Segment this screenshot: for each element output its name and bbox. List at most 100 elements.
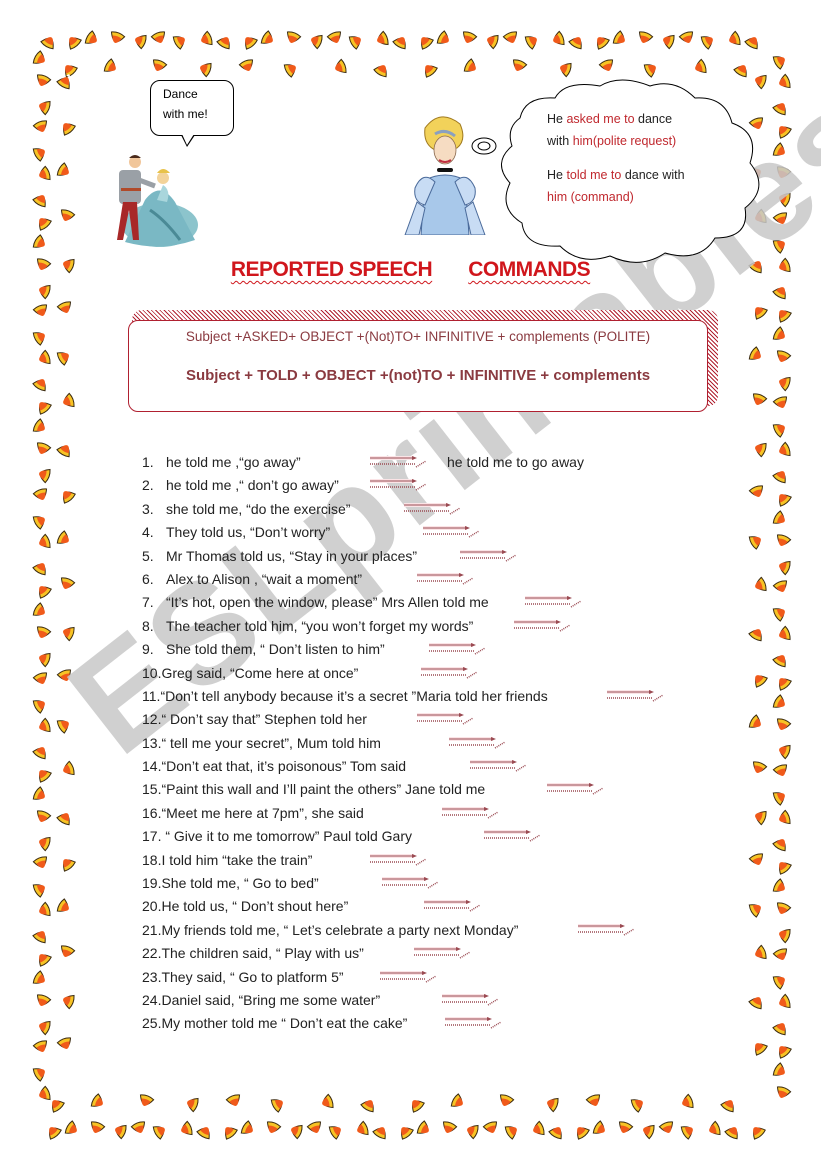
- exercise-number: 7.: [142, 594, 154, 611]
- arrow-icon: [445, 1017, 502, 1030]
- speech-bubble: Dance with me!: [150, 80, 234, 147]
- title-part-1: REPORTED SPEECH: [230, 258, 433, 281]
- arrow-icon: [578, 923, 635, 936]
- exercise-sentence: Mr Thomas told us, “Stay in your places”: [166, 547, 418, 564]
- exercise-sentence: Daniel said, “Bring me some water”: [161, 991, 381, 1008]
- arrow-icon: [525, 596, 582, 608]
- exercise-sentence: “It’s hot, open the window, please” Mrs …: [166, 594, 489, 611]
- grammar-rule-box: Subject +ASKED+ OBJECT +(Not)TO+ INFINIT…: [128, 320, 708, 412]
- exercise-item: 6. Alex to Alison , “wait a moment”: [142, 569, 548, 592]
- arrow-icon: [442, 993, 499, 1006]
- thought-cloud-text: He asked me to dance with him(polite req…: [547, 108, 685, 220]
- exercise-sentence: The children said, “ Play with us”: [161, 945, 364, 962]
- exercise-item: 8. The teacher told him, “you won’t forge…: [142, 616, 571, 639]
- exercise-number: 11.: [142, 687, 161, 704]
- exercise-item: 1. he told me ,“go away” he told me to go …: [142, 452, 584, 475]
- arrow-icon: [460, 549, 517, 562]
- exercise-item: 14.“Don’t eat that, it’s poisonous” Tom …: [142, 756, 548, 779]
- arrow-icon: [370, 479, 427, 492]
- exercise-sentence: The teacher told him, “you won’t forget …: [166, 617, 474, 634]
- exercise-item: 18.I told him “take the train”: [142, 850, 548, 873]
- exercise-item: 22.The children said, “ Play with us”: [142, 943, 548, 966]
- exercise-item: 9. She told them, “ Don’t listen to him”: [142, 639, 548, 662]
- exercise-sentence: “Don’t eat that, it’s poisonous” Tom sai…: [161, 758, 407, 775]
- exercise-number: 24.: [142, 991, 162, 1008]
- exercise-sentence: he told me ,“go away”: [166, 454, 301, 470]
- arrow-icon: [607, 689, 664, 702]
- arrow-icon: [424, 900, 481, 913]
- exercise-item: 16.“Meet me here at 7pm”, she said: [142, 803, 548, 826]
- exercise-item: 10.Greg said, “Come here at once”: [142, 663, 548, 686]
- speech-line-2: with me!: [163, 107, 208, 121]
- exercise-number: 16.: [142, 804, 162, 821]
- title-part-2: COMMANDS: [468, 258, 591, 281]
- exercise-sentence: “Don’t tell anybody because it’s a secre…: [160, 687, 548, 704]
- exercise-item: 11.“Don’t tell anybody because it’s a se…: [142, 686, 664, 709]
- exercise-sentence: he told me ,“ don’t go away”: [166, 477, 339, 494]
- exercise-sentence: “Paint this wall and I’ll paint the othe…: [161, 781, 486, 798]
- exercise-number: 22.: [142, 945, 162, 962]
- exercise-number: 17.: [142, 828, 162, 845]
- exercise-number: 18.: [142, 851, 162, 868]
- arrow-icon: [449, 736, 506, 749]
- exercise-sentence: They told us, “Don’t worry”: [166, 524, 331, 541]
- exercise-sentence: “ Give it to me tomorrow” Paul told Gary: [161, 828, 412, 845]
- arrow-icon: [382, 877, 439, 889]
- rule-command: Subject + TOLD + OBJECT +(not)TO + INFIN…: [185, 367, 651, 384]
- exercise-number: 1.: [142, 454, 154, 470]
- exercise-number: 12.: [142, 711, 162, 728]
- exercise-number: 14.: [142, 758, 162, 775]
- exercise-sentence: she told me, “do the exercise”: [166, 500, 351, 517]
- exercise-list: 1. he told me ,“go away” he told me to go …: [142, 452, 664, 1037]
- example-answer: he told me to go away: [447, 454, 584, 470]
- speech-line-1: Dance: [163, 87, 198, 101]
- arrow-icon: [423, 526, 480, 538]
- exercise-number: 8.: [142, 617, 154, 634]
- dancing-couple-illustration: [117, 155, 198, 247]
- exercise-sentence: Alex to Alison , “wait a moment”: [166, 570, 363, 587]
- exercise-sentence: Greg said, “Come here at once”: [161, 664, 359, 681]
- arrow-icon: [370, 456, 427, 468]
- worksheet-page: ESLprintables.com Dance with me! He aske…: [0, 0, 821, 1169]
- exercise-sentence: My mother told me “ Don’t eat the cake”: [161, 1015, 408, 1032]
- exercise-item: 13.“ tell me your secret”, Mum told him: [142, 733, 548, 756]
- exercise-item: 3. she told me, “do the exercise”: [142, 499, 548, 522]
- exercise-item: 20.He told us, “ Don’t shout here”: [142, 896, 548, 919]
- arrow-icon: [417, 713, 474, 725]
- exercise-item: 7. “It’s hot, open the window, please” Mr…: [142, 592, 582, 615]
- polite-example: He asked me to dance with him(polite req…: [547, 112, 677, 148]
- exercise-number: 21.: [142, 921, 162, 938]
- rule-polite: Subject +ASKED+ OBJECT +(Not)TO+ INFINIT…: [185, 329, 651, 344]
- exercise-number: 13.: [142, 734, 162, 751]
- arrow-icon: [547, 783, 604, 796]
- page-title: REPORTED SPEECH COMMANDS: [0, 258, 821, 282]
- exercise-number: 9.: [142, 641, 154, 658]
- exercise-sentence: They said, “ Go to platform 5”: [161, 968, 344, 985]
- exercise-sentence: He told us, “ Don’t shout here”: [161, 898, 349, 915]
- exercise-number: 20.: [142, 898, 162, 915]
- exercise-sentence: “Meet me here at 7pm”, she said: [161, 804, 364, 821]
- exercise-item: 12.“ Don’t say that” Stephen told her: [142, 709, 548, 732]
- exercise-sentence: My friends told me, “ Let’s celebrate a …: [161, 921, 519, 938]
- exercise-sentence: She told them, “ Don’t listen to him”: [166, 641, 385, 658]
- exercise-item: 25.My mother told me “ Don’t eat the cak…: [142, 1013, 548, 1036]
- exercise-item: 23.They said, “ Go to platform 5”: [142, 967, 548, 990]
- exercise-number: 6.: [142, 570, 154, 587]
- exercise-item: 5. Mr Thomas told us, “Stay in your place…: [142, 546, 548, 569]
- exercise-item: 4. They told us, “Don’t worry”: [142, 522, 548, 545]
- arrow-icon: [417, 572, 474, 585]
- arrow-icon: [421, 666, 478, 679]
- exercise-number: 5.: [142, 547, 154, 564]
- arrow-icon: [442, 806, 499, 819]
- exercise-sentence: “ Don’t say that” Stephen told her: [161, 711, 367, 728]
- exercise-item: 2. he told me ,“ don’t go away”: [142, 475, 548, 498]
- exercise-number: 25.: [142, 1015, 162, 1032]
- exercise-number: 2.: [142, 477, 154, 494]
- arrow-icon: [380, 970, 437, 983]
- arrow-icon: [429, 643, 486, 655]
- exercise-number: 4.: [142, 524, 154, 541]
- exercise-number: 23.: [142, 968, 162, 985]
- exercise-item: 24.Daniel said, “Bring me some water”: [142, 990, 548, 1013]
- exercise-number: 15.: [142, 781, 162, 798]
- exercise-number: 10.: [142, 664, 162, 681]
